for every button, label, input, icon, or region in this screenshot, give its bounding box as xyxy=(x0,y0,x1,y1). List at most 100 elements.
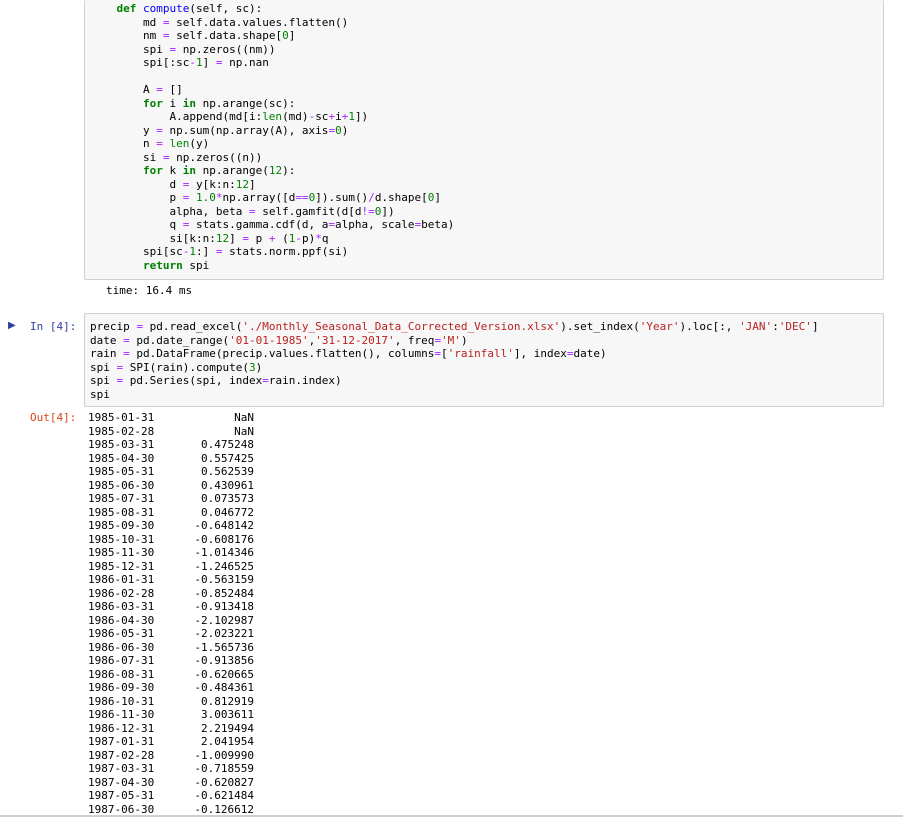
output-value: -1.014346 xyxy=(194,546,254,559)
output-row: 1985-02-28 NaN xyxy=(88,425,254,439)
output-date: 1985-08-31 xyxy=(88,505,155,519)
output-value: -1.009990 xyxy=(194,748,254,762)
output-date: 1985-11-30 xyxy=(88,546,155,559)
output-value: 0.812919 xyxy=(201,694,254,708)
output-date: 1985-09-30 xyxy=(88,519,155,532)
output-date: 1986-02-28 xyxy=(88,586,155,600)
output-row: 1986-07-31 -0.913856 xyxy=(88,654,254,668)
output-date: 1987-04-30 xyxy=(88,775,155,789)
output-date: 1987-03-31 xyxy=(88,762,155,775)
output-row: 1986-11-30 3.003611 xyxy=(88,708,254,722)
output-date: 1985-01-31 xyxy=(88,411,155,424)
output-value: -0.620665 xyxy=(194,667,254,681)
code-line: si[k:n:12] = p + (1-p)*q xyxy=(90,231,329,245)
output-row: 1986-02-28 -0.852484 xyxy=(88,587,254,601)
output-row: 1985-11-30 -1.014346 xyxy=(88,546,254,560)
code-line: spi = SPI(rain).compute(3) xyxy=(90,360,263,374)
code-line: nm = self.data.shape[0] xyxy=(90,29,296,42)
output-row: 1986-08-31 -0.620665 xyxy=(88,668,254,682)
code-line: A.append(md[i:len(md)-sc+i+1]) xyxy=(90,110,369,123)
output-date: 1986-07-31 xyxy=(88,654,155,667)
output-row: 1986-03-31 -0.913418 xyxy=(88,600,254,614)
output-row: 1987-04-30 -0.620827 xyxy=(88,776,254,790)
output-date: 1985-07-31 xyxy=(88,492,155,505)
run-cell-icon[interactable]: ▶​ xyxy=(8,320,16,331)
output-row: 1986-12-31 2.219494 xyxy=(88,722,254,736)
output-value: -0.484361 xyxy=(194,681,254,694)
output-date: 1987-05-31 xyxy=(88,789,155,802)
output-date: 1985-03-31 xyxy=(88,438,155,451)
output-date: 1987-02-28 xyxy=(88,748,155,762)
output-value: 3.003611 xyxy=(201,708,254,721)
output-row: 1987-05-31 -0.621484 xyxy=(88,789,254,803)
output-row: 1985-08-31 0.046772 xyxy=(88,506,254,520)
output-value: -2.102987 xyxy=(194,613,254,627)
cell-2-output: 1985-01-31 NaN 1985-02-28 NaN 1985-03-31 0.47… xyxy=(88,411,254,816)
output-date: 1985-12-31 xyxy=(88,559,155,573)
output-row: 1985-07-31 0.073573 xyxy=(88,492,254,506)
output-value: 2.041954 xyxy=(201,735,254,748)
output-value: 2.219494 xyxy=(201,721,254,735)
output-date: 1985-02-28 xyxy=(88,424,155,438)
output-date: 1985-06-30 xyxy=(88,478,155,492)
output-date: 1986-11-30 xyxy=(88,708,155,721)
code-line: spi[:sc-1] = np.nan xyxy=(90,56,269,69)
code-editor-2[interactable]: precip = pd.read_excel('./Monthly_Season… xyxy=(90,320,819,401)
output-date: 1986-03-31 xyxy=(88,600,155,613)
output-row: 1986-09-30 -0.484361 xyxy=(88,681,254,695)
output-value: -0.913856 xyxy=(194,654,254,667)
output-value: -0.620827 xyxy=(194,775,254,789)
output-value: NaN xyxy=(234,411,254,424)
code-line: def compute(self, sc): xyxy=(116,2,263,15)
code-editor-1[interactable]: def compute(self, sc): md = self.data.va… xyxy=(90,2,455,272)
code-line: spi xyxy=(90,387,110,401)
output-value: 0.475248 xyxy=(201,438,254,451)
code-line: A = [] xyxy=(90,83,183,96)
code-line: d = y[k:n:12] xyxy=(90,177,256,191)
output-value: -1.246525 xyxy=(194,559,254,573)
output-row: 1985-05-31 0.562539 xyxy=(88,465,254,479)
output-value: NaN xyxy=(234,424,254,438)
output-date: 1986-08-31 xyxy=(88,667,155,681)
code-line: spi = pd.Series(spi, index=rain.index) xyxy=(90,374,342,387)
output-row: 1985-06-30 0.430961 xyxy=(88,479,254,493)
code-line: ​ xyxy=(90,70,454,84)
output-row: 1985-03-31 0.475248 xyxy=(88,438,254,452)
code-line: for k in np.arange(12): xyxy=(142,164,296,177)
output-date: 1986-06-30 xyxy=(88,640,155,654)
code-line: md = self.data.values.flatten() xyxy=(90,15,349,29)
input-prompt: In [4]: xyxy=(30,320,77,333)
output-row: 1986-10-31 0.812919 xyxy=(88,695,254,709)
code-line: alpha, beta = self.gamfit(d[d!=0]) xyxy=(90,204,395,218)
output-value: 0.046772 xyxy=(201,505,254,519)
code-line: y = np.sum(np.array(A), axis=0) xyxy=(90,123,349,137)
output-date: 1986-12-31 xyxy=(88,721,155,735)
output-row: 1985-04-30 0.557425 xyxy=(88,452,254,466)
output-value: -0.913418 xyxy=(194,600,254,613)
output-row: 1986-04-30 -2.102987 xyxy=(88,614,254,628)
cell-1-output-time: time: 16.4 ms xyxy=(106,284,193,297)
output-row: 1985-01-31 NaN xyxy=(88,411,254,425)
output-date: 1986-05-31 xyxy=(88,627,155,640)
output-value: -0.621484 xyxy=(194,789,254,802)
code-line: spi[sc-1:] = stats.norm.ppf(si) xyxy=(90,245,349,258)
code-line: for i in np.arange(sc): xyxy=(142,96,296,110)
output-row: 1987-02-28 -1.009990 xyxy=(88,749,254,763)
output-date: 1985-04-30 xyxy=(88,451,155,465)
output-value: -2.023221 xyxy=(194,627,254,640)
output-date: 1986-04-30 xyxy=(88,613,155,627)
code-cell-1[interactable]: def compute(self, sc): md = self.data.va… xyxy=(84,0,884,280)
output-row: 1986-01-31 -0.563159 xyxy=(88,573,254,587)
output-value: -0.608176 xyxy=(194,532,254,546)
code-cell-2[interactable]: precip = pd.read_excel('./Monthly_Season… xyxy=(84,313,884,407)
output-date: 1986-01-31 xyxy=(88,573,155,586)
code-line: n = len(y) xyxy=(90,137,210,150)
output-row: 1986-06-30 -1.565736 xyxy=(88,641,254,655)
code-line: return spi xyxy=(142,258,210,272)
output-row: 1985-09-30 -0.648142 xyxy=(88,519,254,533)
output-date: 1986-09-30 xyxy=(88,681,155,694)
output-value: -0.852484 xyxy=(194,586,254,600)
code-line: si = np.zeros((n)) xyxy=(90,150,263,164)
output-prompt: Out[4]: xyxy=(30,411,77,424)
code-line: spi = np.zeros((nm)) xyxy=(90,42,276,56)
